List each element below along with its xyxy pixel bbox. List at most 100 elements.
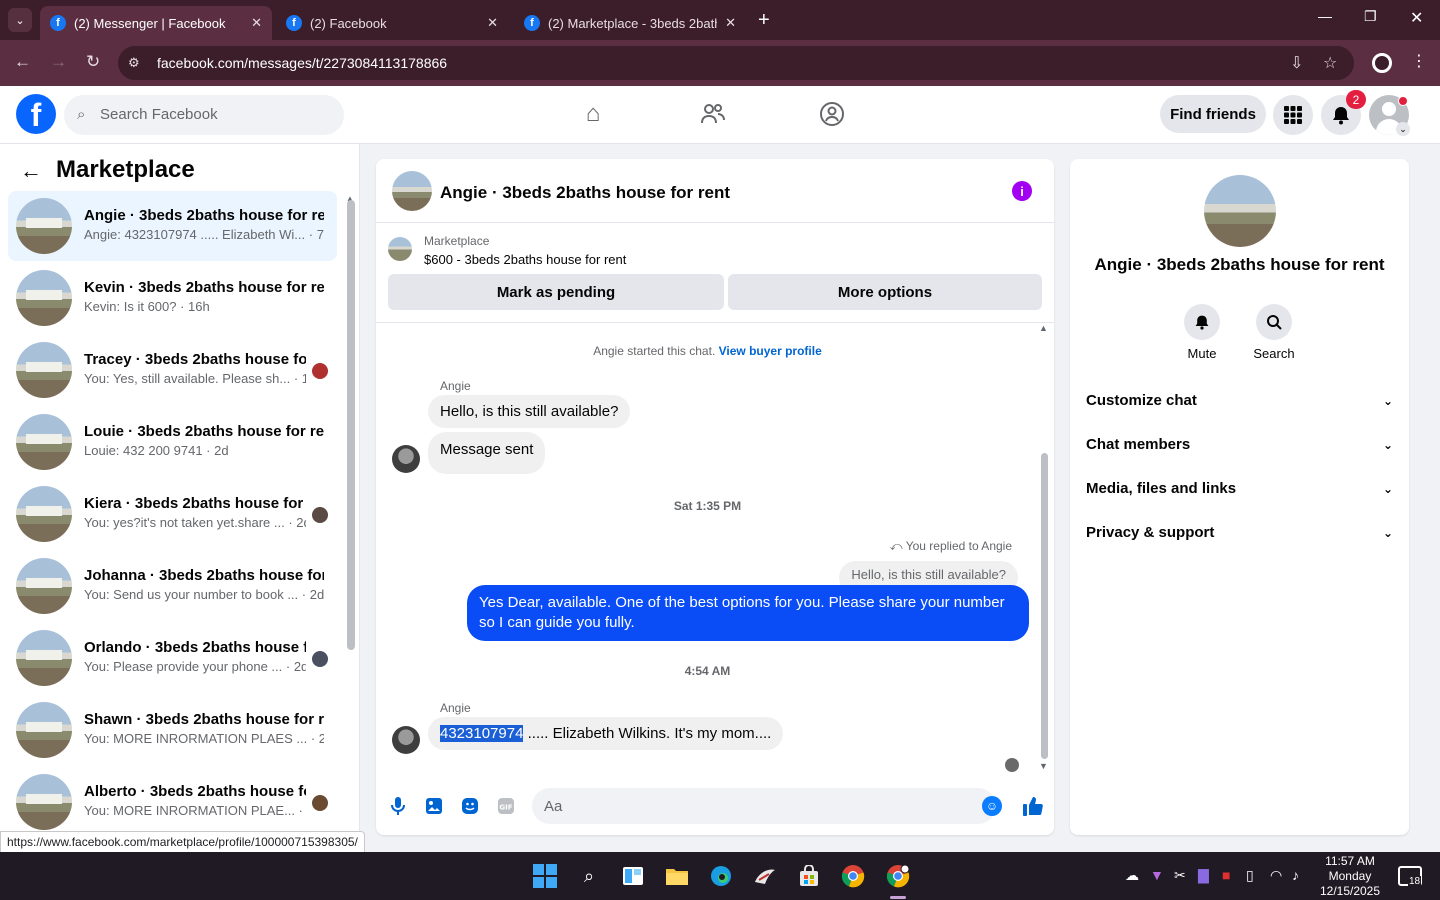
tab-marketplace[interactable]: f (2) Marketplace - 3beds 2baths ✕ xyxy=(514,6,746,40)
incoming-message[interactable]: 4323107974 ..... Elizabeth Wilkins. It's… xyxy=(428,717,784,750)
browser-menu-icon[interactable]: ⋮ xyxy=(1411,51,1427,71)
close-window-icon[interactable]: ✕ xyxy=(1410,8,1423,28)
app-icon[interactable] xyxy=(751,862,779,890)
marketplace-listing-bar: Marketplace $600 - 3beds 2baths house fo… xyxy=(376,223,1054,323)
chrome-profile-icon[interactable] xyxy=(884,862,912,890)
sidebar-title: Marketplace xyxy=(56,156,195,183)
tray-vpn-icon[interactable]: ▼ xyxy=(1150,867,1164,883)
chat-title[interactable]: Angie · 3beds 2baths house for rent xyxy=(440,183,730,203)
search-in-chat-button[interactable]: Search xyxy=(1244,304,1304,361)
url-text[interactable]: facebook.com/messages/t/2273084113178866 xyxy=(157,55,447,71)
forward-icon[interactable]: → xyxy=(50,52,67,72)
photo-icon[interactable] xyxy=(424,796,444,816)
microphone-icon[interactable] xyxy=(388,796,408,816)
conversation-item[interactable]: Tracey · 3beds 2baths house for rent You… xyxy=(8,335,337,405)
conversation-item[interactable]: Shawn · 3beds 2baths house for rent You:… xyxy=(8,695,337,765)
search-input[interactable]: ⌕ Search Facebook xyxy=(64,95,344,135)
maximize-icon[interactable]: ❐ xyxy=(1364,8,1377,25)
chevron-down-icon[interactable]: ⌄ xyxy=(1396,122,1410,136)
incoming-message[interactable]: Hello, is this still available? xyxy=(428,395,631,428)
chat-thumbnail[interactable] xyxy=(392,171,432,211)
chat-header: Angie · 3beds 2baths house for rent i xyxy=(376,159,1054,223)
gif-icon[interactable]: GIF xyxy=(496,796,516,816)
emoji-icon[interactable]: ☺ xyxy=(982,796,1002,816)
battery-icon[interactable]: ▯ xyxy=(1246,867,1254,884)
edge-icon[interactable] xyxy=(707,862,735,890)
store-icon[interactable] xyxy=(795,862,823,890)
sidebar-scrollbar[interactable] xyxy=(347,200,355,650)
seen-avatar xyxy=(1005,758,1019,772)
tray-app-icon[interactable]: ☁ xyxy=(1125,867,1139,884)
taskbar-clock[interactable]: 11:57 AM Monday 12/15/2025 xyxy=(1314,854,1386,899)
chat-members-row[interactable]: Chat members ⌄ xyxy=(1086,436,1393,468)
replied-indicator: ⤺ You replied to Angie xyxy=(890,539,1012,554)
search-placeholder: Search Facebook xyxy=(100,106,218,123)
close-tab-icon[interactable]: ✕ xyxy=(251,15,262,31)
conversation-item[interactable]: Alberto · 3beds 2baths house for rent Yo… xyxy=(8,767,337,837)
menu-grid-button[interactable] xyxy=(1273,95,1313,135)
volume-icon[interactable]: ♪ xyxy=(1292,867,1299,883)
back-icon[interactable]: ← xyxy=(14,52,31,72)
tray-app-icon[interactable]: ✂ xyxy=(1174,867,1186,884)
sender-avatar[interactable] xyxy=(392,726,420,754)
find-friends-button[interactable]: Find friends xyxy=(1160,95,1266,133)
marketplace-sidebar: ← Marketplace ▲ Angie · 3beds 2baths hou… xyxy=(0,144,360,852)
details-thumbnail[interactable] xyxy=(1204,175,1276,247)
tab-facebook[interactable]: f (2) Facebook ✕ xyxy=(276,6,508,40)
start-button[interactable] xyxy=(531,862,559,890)
chrome-icon[interactable] xyxy=(839,862,867,890)
active-app-indicator xyxy=(890,896,906,899)
address-bar[interactable]: ⚙ facebook.com/messages/t/22730841131788… xyxy=(118,46,1354,80)
mark-as-pending-button[interactable]: Mark as pending xyxy=(388,274,724,310)
tray-app-icon[interactable]: ▇ xyxy=(1198,867,1209,884)
view-buyer-profile-link[interactable]: View buyer profile xyxy=(719,344,822,358)
conversation-item[interactable]: Johanna · 3beds 2baths house for rent Yo… xyxy=(8,551,337,621)
file-explorer-icon[interactable] xyxy=(663,862,691,890)
store-svg xyxy=(800,865,818,886)
outgoing-message[interactable]: Yes Dear, available. One of the best opt… xyxy=(467,585,1029,641)
tab-search-button[interactable]: ⌄ xyxy=(8,8,32,32)
friends-icon[interactable] xyxy=(699,100,727,128)
sticker-icon[interactable] xyxy=(460,796,480,816)
extension-icon[interactable] xyxy=(1372,53,1392,73)
conversation-item[interactable]: Orlando · 3beds 2baths house for rent Yo… xyxy=(8,623,337,693)
selected-phone-number[interactable]: 4323107974 xyxy=(440,725,524,742)
close-tab-icon[interactable]: ✕ xyxy=(725,15,736,31)
tab-messenger[interactable]: f (2) Messenger | Facebook ✕ xyxy=(40,6,272,40)
conversation-item[interactable]: Kiera · 3beds 2baths house for rent You:… xyxy=(8,479,337,549)
home-icon[interactable]: ⌂ xyxy=(579,100,607,128)
install-app-icon[interactable]: ⇩ xyxy=(1290,53,1303,73)
conversation-item[interactable]: Angie · 3beds 2baths house for rent Angi… xyxy=(8,191,337,261)
close-tab-icon[interactable]: ✕ xyxy=(487,15,498,31)
info-icon[interactable]: i xyxy=(1012,181,1032,201)
scroll-down-arrow-icon[interactable]: ▼ xyxy=(1039,761,1048,771)
scroll-up-arrow-icon[interactable]: ▲ xyxy=(1039,323,1048,333)
conversation-item[interactable]: Kevin · 3beds 2baths house for rent Kevi… xyxy=(8,263,337,333)
sender-avatar[interactable] xyxy=(392,445,420,473)
media-files-links-row[interactable]: Media, files and links ⌄ xyxy=(1086,480,1393,512)
new-tab-button[interactable]: + xyxy=(758,9,770,32)
wifi-icon[interactable]: ◠ xyxy=(1270,867,1282,884)
bookmark-star-icon[interactable]: ☆ xyxy=(1323,53,1337,73)
mute-button[interactable]: Mute xyxy=(1172,304,1232,361)
message-input[interactable]: Aa ☺ xyxy=(532,788,1002,824)
minimize-icon[interactable]: — xyxy=(1318,8,1332,24)
facebook-logo-icon[interactable]: f xyxy=(16,94,56,134)
widgets-icon[interactable] xyxy=(619,862,647,890)
incoming-message[interactable]: Message sent xyxy=(428,432,546,474)
thumbs-up-icon[interactable] xyxy=(1021,794,1045,818)
customize-chat-row[interactable]: Customize chat ⌄ xyxy=(1086,392,1393,424)
more-options-button[interactable]: More options xyxy=(728,274,1042,310)
reload-icon[interactable]: ↻ xyxy=(86,52,100,72)
conversation-preview: You: MORE INRORMATION PLAES ... · 2d xyxy=(84,731,324,746)
chat-scrollbar[interactable] xyxy=(1041,453,1048,759)
conversation-item[interactable]: Louie · 3beds 2baths house for rent Loui… xyxy=(8,407,337,477)
groups-icon[interactable] xyxy=(818,100,846,128)
privacy-support-row[interactable]: Privacy & support ⌄ xyxy=(1086,524,1393,556)
search-icon[interactable]: ⌕ xyxy=(575,862,603,890)
back-arrow-icon[interactable]: ← xyxy=(20,158,42,184)
site-settings-icon[interactable]: ⚙ xyxy=(128,55,140,71)
listing-title[interactable]: $600 - 3beds 2baths house for rent xyxy=(424,252,626,267)
listing-thumbnail[interactable] xyxy=(388,237,412,261)
tray-app-icon[interactable]: ■ xyxy=(1222,867,1230,883)
